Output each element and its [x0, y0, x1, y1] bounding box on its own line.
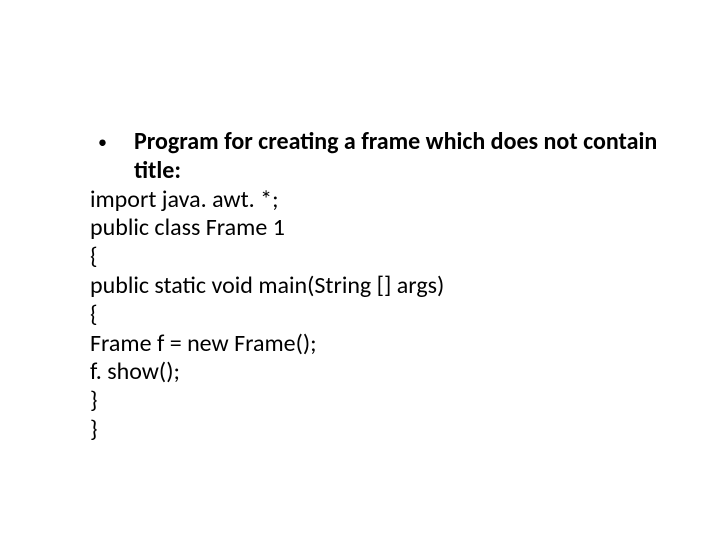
code-line: public static void main(String [] args)	[90, 272, 660, 301]
bullet-item: • Program for creating a frame which doe…	[90, 128, 660, 186]
code-line: {	[90, 243, 660, 272]
code-line: Frame f = new Frame();	[90, 330, 660, 359]
slide: • Program for creating a frame which doe…	[0, 0, 720, 540]
code-line: }	[90, 416, 660, 445]
slide-content: • Program for creating a frame which doe…	[90, 128, 660, 445]
bullet-glyph: •	[90, 128, 134, 156]
code-line: public class Frame 1	[90, 214, 660, 243]
code-line: import java. awt. *;	[90, 186, 660, 215]
code-line: {	[90, 301, 660, 330]
bullet-heading: Program for creating a frame which does …	[134, 128, 660, 186]
code-line: }	[90, 387, 660, 416]
code-line: f. show();	[90, 358, 660, 387]
